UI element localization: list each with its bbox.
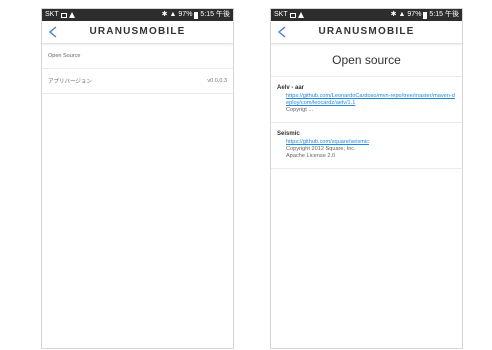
battery-percent: 97% [178,11,193,18]
page-title: Open source [271,44,462,77]
sim-icon [60,12,67,18]
phone-screen-settings: SKT ✱ ▲ 97% 5:15 午後 URANUSMOBILE Open So… [41,8,234,349]
battery-icon [423,11,428,19]
warning-icon [68,12,75,18]
app-bar: URANUSMOBILE [42,21,233,44]
settings-row-open-source[interactable]: Open Source [42,44,233,69]
settings-row-label: アプリバージョン [48,79,92,85]
license-type: Apache License 2.0 [286,153,336,159]
carrier-label: SKT [45,11,59,18]
battery-icon [194,11,199,19]
license-link[interactable]: https://github.com/LeonardoCardoso/mvn-r… [277,93,456,107]
license-item-seismic: Seismic https://github.com/square/seismi… [271,123,462,169]
status-bar: SKT ✱ ▲ 97% 5:15 午後 [271,9,462,21]
license-item-aelv: Aelv - aar https://github.com/LeonardoCa… [271,77,462,123]
license-name: Aelv - aar [277,85,305,91]
settings-row-app-version[interactable]: アプリバージョン v0.0.0.3 [42,69,233,94]
brand-logo: URANUSMOBILE [89,26,186,37]
license-name: Seismic [277,131,300,137]
phone-screen-open-source: SKT ✱ ▲ 97% 5:15 午後 URANUSMOBILE Open so… [270,8,463,349]
license-copyright: Copyright 2012 Square, Inc. [286,146,356,152]
warning-icon [297,12,304,18]
status-bar: SKT ✱ ▲ 97% 5:15 午後 [42,9,233,21]
license-link[interactable]: https://github.com/square/seismic [277,139,456,146]
settings-row-label: Open Source [48,53,81,59]
signal-icon: ▲ [398,11,406,18]
app-version-value: v0.0.0.3 [207,78,227,84]
clock: 5:15 午後 [200,11,230,18]
license-copyright: Copyrigt ... [286,107,314,113]
brand-logo: URANUSMOBILE [318,26,415,37]
sim-icon [289,12,296,18]
app-bar: URANUSMOBILE [271,21,462,44]
carrier-label: SKT [274,11,288,18]
bluetooth-icon: ✱ [390,11,397,18]
signal-icon: ▲ [169,11,177,18]
clock: 5:15 午後 [429,11,459,18]
bluetooth-icon: ✱ [161,11,168,18]
battery-percent: 97% [407,11,422,18]
